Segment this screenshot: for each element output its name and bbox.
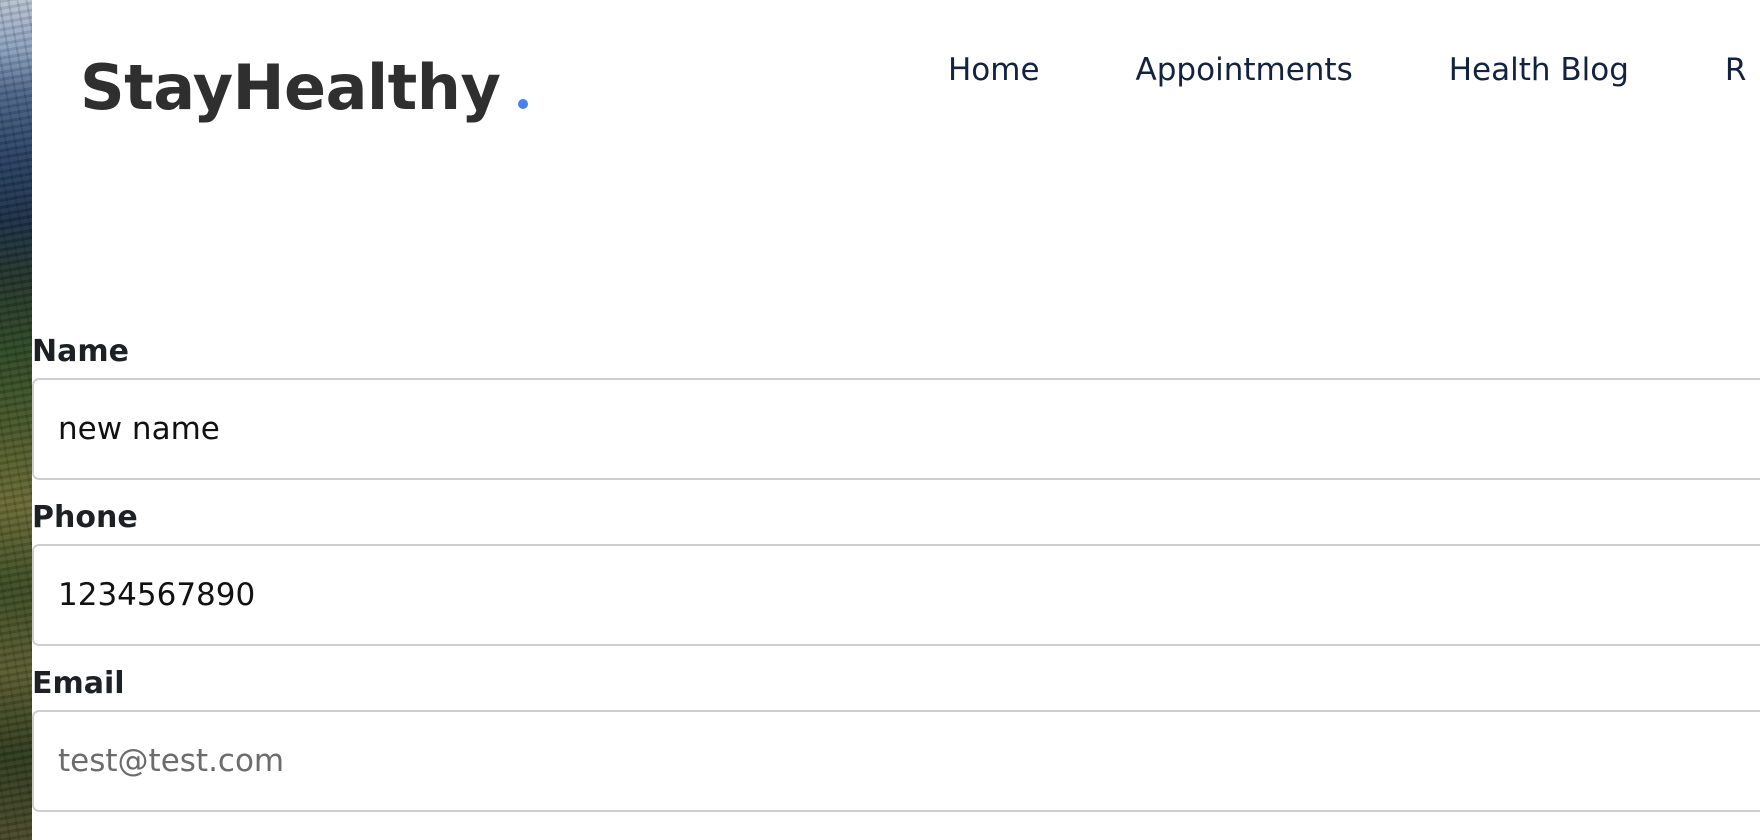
navbar: StayHealthy Home Appointments Health Blo… <box>32 0 1760 180</box>
email-input[interactable] <box>32 710 1760 812</box>
logo-dot-icon <box>518 99 529 109</box>
name-field-group: Name <box>32 330 1760 496</box>
nav-link-reviews[interactable]: R <box>1725 46 1747 94</box>
phone-field-group: Phone <box>32 496 1760 662</box>
site-logo[interactable]: StayHealthy <box>80 48 529 128</box>
logo-text: StayHealthy <box>80 51 501 124</box>
phone-label: Phone <box>32 500 138 535</box>
profile-page: StayHealthy Home Appointments Health Blo… <box>32 0 1760 840</box>
nav-links: Home Appointments Health Blog R <box>948 46 1746 94</box>
phone-input[interactable] <box>32 544 1760 646</box>
background-landscape-image <box>0 0 32 840</box>
app-viewport: StayHealthy Home Appointments Health Blo… <box>0 0 1760 840</box>
profile-form: Name Phone Email <box>32 330 1760 828</box>
name-label: Name <box>32 334 129 369</box>
email-label: Email <box>32 666 125 701</box>
name-input[interactable] <box>32 378 1760 480</box>
nav-link-health-blog[interactable]: Health Blog <box>1449 46 1629 94</box>
nav-link-home[interactable]: Home <box>948 46 1040 94</box>
nav-link-appointments[interactable]: Appointments <box>1136 46 1353 94</box>
email-field-group: Email <box>32 662 1760 828</box>
